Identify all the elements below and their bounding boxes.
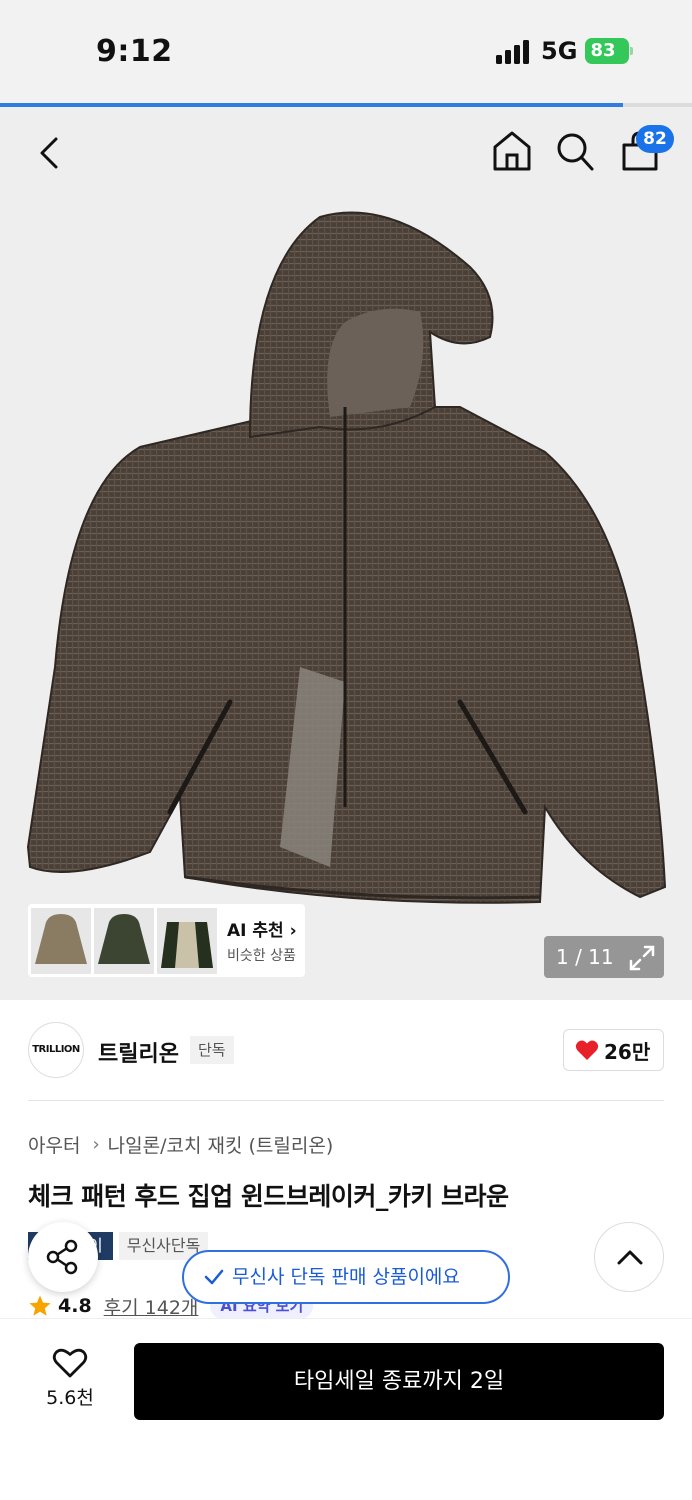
review-count-link[interactable]: 후기 142개 <box>104 1293 199 1319</box>
ai-recommend-card[interactable]: AI 추천 › 비슷한 상품 <box>28 904 305 977</box>
heart-outline-icon <box>52 1348 88 1378</box>
breadcrumb-category[interactable]: 아우터 <box>28 1131 80 1158</box>
wishlist-count: 5.6천 <box>46 1387 94 1409</box>
status-time: 9:12 <box>96 34 173 69</box>
brand-like-button[interactable]: 26만 <box>563 1029 664 1071</box>
divider <box>28 1100 664 1101</box>
breadcrumb-subcategory[interactable]: 나일론/코치 재킷 (트릴리온) <box>108 1131 334 1158</box>
star-icon <box>29 1295 51 1316</box>
chevron-right-icon: › <box>289 921 297 941</box>
recommend-thumb-2[interactable] <box>94 907 154 974</box>
share-button[interactable] <box>28 1222 98 1292</box>
chevron-right-icon: › <box>92 1134 100 1155</box>
product-image <box>26 211 667 904</box>
product-title: 체크 패턴 후드 집업 윈드브레이커_카키 브라운 <box>28 1182 509 1211</box>
chevron-up-icon <box>617 1250 643 1265</box>
cart-count-badge: 82 <box>636 125 674 153</box>
share-icon <box>46 1239 78 1275</box>
ai-recommend-subtitle: 비슷한 상품 <box>227 948 296 964</box>
search-icon[interactable] <box>554 129 596 173</box>
brand-name[interactable]: 트릴리온 <box>98 1036 179 1068</box>
scroll-top-button[interactable] <box>594 1222 664 1292</box>
wishlist-button[interactable]: 5.6천 <box>28 1347 112 1410</box>
bottom-action-bar: 5.6천 타임세일 종료까지 2일 <box>0 1318 692 1500</box>
battery-level: 83 <box>585 38 629 64</box>
exclusive-toast: 무신사 단독 판매 상품이에요 <box>182 1250 510 1304</box>
expand-icon[interactable] <box>628 944 656 972</box>
toast-message: 무신사 단독 판매 상품이에요 <box>232 1266 460 1288</box>
recommend-thumb-3[interactable] <box>157 907 217 974</box>
rating-score: 4.8 <box>58 1295 92 1317</box>
signal-icon <box>496 40 529 64</box>
home-icon[interactable] <box>491 129 533 173</box>
brand-logo[interactable]: TRILLION <box>28 1022 84 1078</box>
status-bar: 9:12 5G 83 <box>0 0 692 104</box>
purchase-button[interactable]: 타임세일 종료까지 2일 <box>134 1343 664 1420</box>
brand-exclusive-tag: 단독 <box>190 1036 234 1064</box>
product-image-gallery[interactable]: 82 AI 추천 › 비슷한 상품 1 / 11 <box>0 107 692 1000</box>
recommend-thumb-1[interactable] <box>31 907 91 974</box>
back-icon[interactable] <box>30 133 70 173</box>
network-label: 5G <box>541 37 578 65</box>
breadcrumb: 아우터 › 나일론/코치 재킷 (트릴리온) <box>28 1131 333 1158</box>
ai-recommend-title: AI 추천 <box>227 921 284 941</box>
check-icon <box>204 1269 224 1285</box>
battery-icon: 83 <box>585 38 633 64</box>
brand-like-count: 26만 <box>604 1039 651 1064</box>
heart-filled-icon <box>575 1040 599 1060</box>
